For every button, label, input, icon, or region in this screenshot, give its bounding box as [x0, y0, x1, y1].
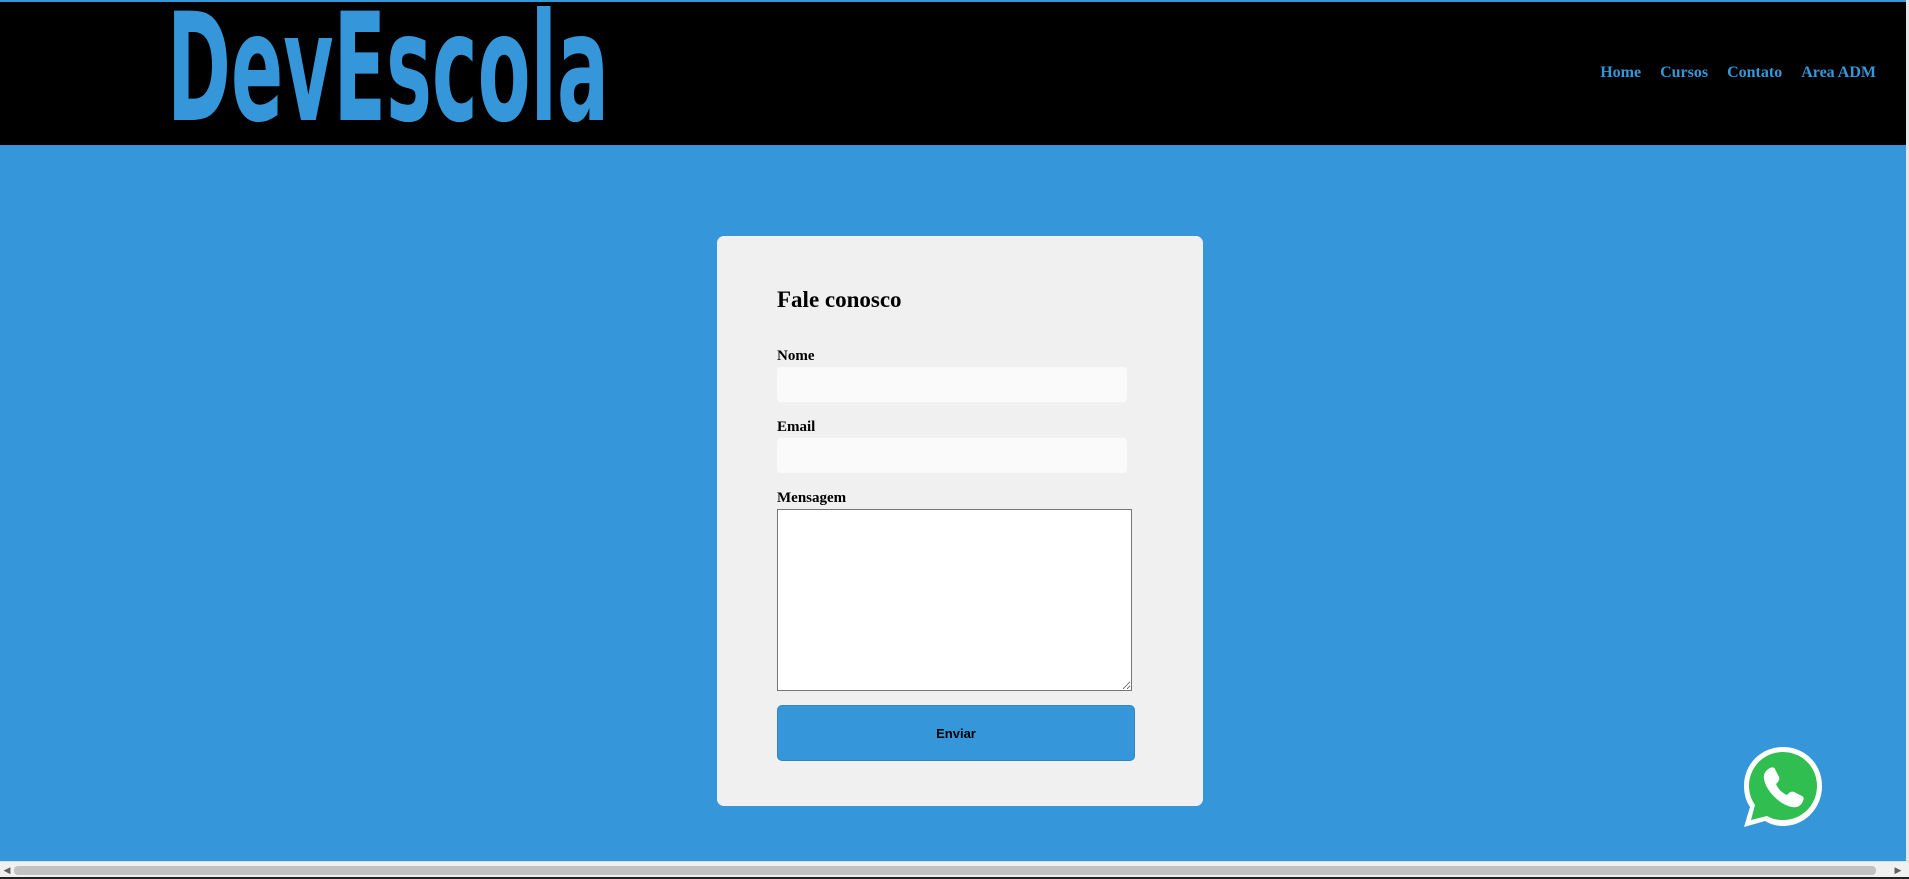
devescola-logo[interactable]: DevEscola: [165, 2, 615, 132]
page: DevEscola Home Cursos Contato Area ADM F…: [0, 0, 1906, 879]
form-title: Fale conosco: [777, 287, 902, 312]
scroll-right-icon[interactable]: ▶: [1893, 865, 1903, 877]
nav-area-adm-link[interactable]: Area ADM: [1801, 64, 1876, 82]
main-nav: Home Cursos Contato Area ADM: [1600, 64, 1876, 82]
whatsapp-icon: [1744, 747, 1822, 827]
scroll-left-icon[interactable]: ◀: [2, 865, 12, 877]
message-label: Mensagem: [777, 490, 847, 506]
name-input[interactable]: [777, 367, 1127, 402]
site-header: DevEscola Home Cursos Contato Area ADM: [0, 2, 1906, 145]
nav-home-link[interactable]: Home: [1600, 64, 1641, 82]
nav-contato-link[interactable]: Contato: [1727, 64, 1782, 82]
logo-text: DevEscola: [167, 2, 609, 132]
email-input[interactable]: [777, 438, 1127, 473]
contact-form: Fale conosco Nome Email Mensagem Enviar: [717, 236, 1203, 806]
email-label: Email: [777, 419, 816, 435]
name-label: Nome: [777, 348, 815, 364]
nav-cursos-link[interactable]: Cursos: [1660, 64, 1708, 82]
message-textarea[interactable]: [777, 509, 1132, 691]
send-button[interactable]: Enviar: [777, 705, 1135, 761]
whatsapp-button[interactable]: [1740, 744, 1826, 830]
scrollbar-thumb[interactable]: [14, 866, 1876, 875]
